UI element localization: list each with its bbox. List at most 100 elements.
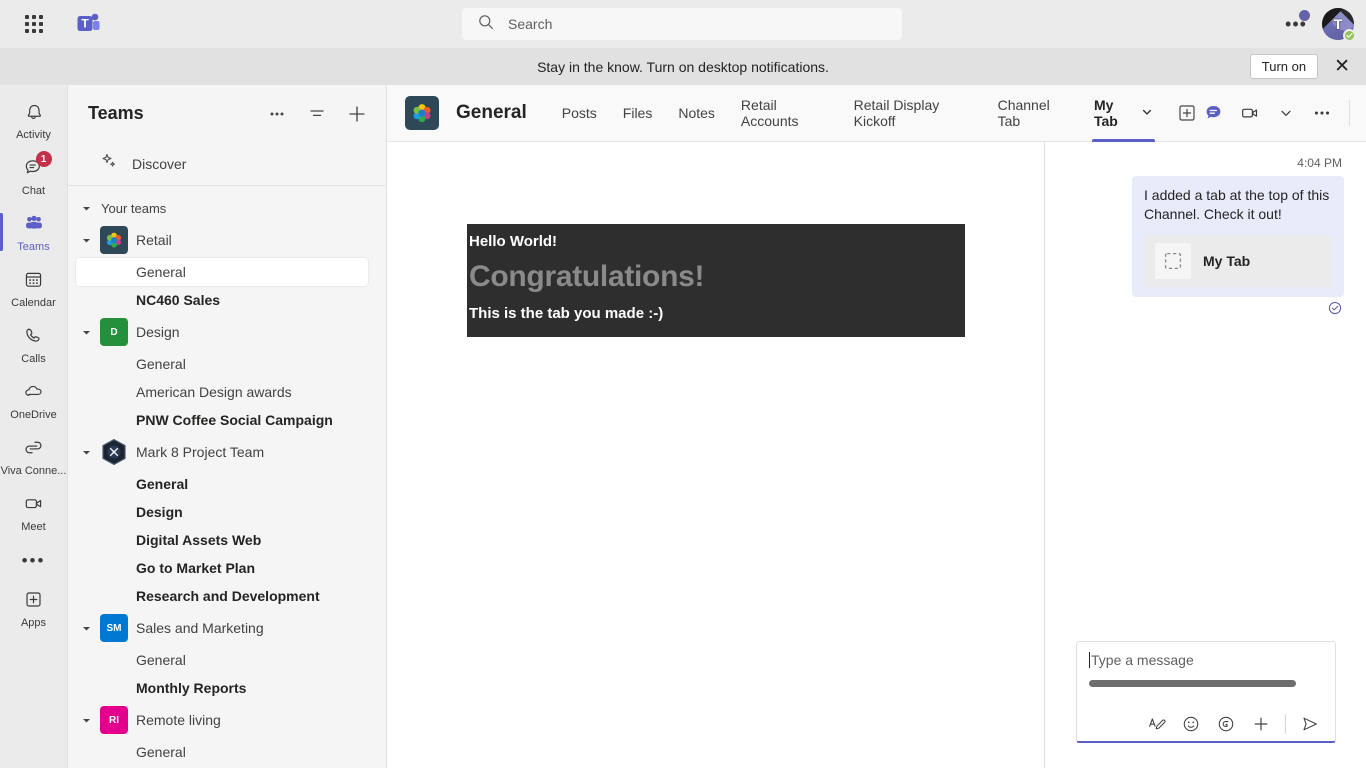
channel-header: General Posts Files Notes Retail Accounts Re… [387,85,1366,142]
close-icon[interactable]: ✕ [1328,57,1356,76]
message-compose-box[interactable]: Type a message [1076,641,1336,743]
channel-row[interactable]: General [76,646,368,674]
viva-connections-icon [23,437,44,463]
search-box[interactable] [462,8,902,40]
channel-row[interactable]: General [76,738,368,766]
rail-item-teams[interactable]: Teams [0,205,68,261]
conversation-icon[interactable] [1199,98,1229,128]
channel-row[interactable]: PNW Coffee Social Campaign [76,406,368,434]
banner-actions: Turn on ✕ [1249,54,1356,79]
send-icon[interactable] [1299,713,1321,735]
join-or-create-team-icon[interactable] [342,99,372,129]
your-teams-header[interactable]: Your teams [68,194,386,222]
rail-item-calls[interactable]: Calls [0,317,68,373]
rail-item-meet[interactable]: Meet [0,485,68,541]
team-row-remote-living[interactable]: RI Remote living [68,702,386,738]
tab-label: My Tab [1094,97,1118,129]
tab-my-tab[interactable]: My Tab [1081,85,1166,142]
tab-retail-display-kickoff[interactable]: Retail Display Kickoff [841,85,985,142]
channel-row[interactable]: General [76,470,368,498]
tab-posts[interactable]: Posts [549,85,610,142]
teams-people-icon [23,213,45,239]
rail-item-onedrive[interactable]: OneDrive [0,373,68,429]
channel-row[interactable]: NC460 Sales [76,286,368,314]
channel-row[interactable]: American Design awards [76,378,368,406]
rail-item-apps[interactable]: Apps [0,581,68,637]
svg-text:T: T [81,16,89,30]
avatar[interactable]: T [1322,8,1356,42]
format-icon[interactable] [1145,713,1167,735]
chevron-down-icon[interactable] [80,624,92,633]
message-bubble[interactable]: I added a tab at the top of this Channel… [1132,176,1344,297]
tab-files[interactable]: Files [610,85,666,142]
discover-sparkle-icon [100,152,118,175]
channel-row[interactable]: Digital Assets Web [76,526,368,554]
chevron-down-icon[interactable] [80,448,92,457]
text-caret [1089,652,1090,668]
more-options-icon[interactable] [1307,98,1337,128]
chevron-down-icon[interactable] [1141,105,1153,121]
sidebar-header-actions [262,99,372,129]
settings-and-more-button[interactable]: ••• [1280,8,1312,40]
message-list: 4:04 PM I added a tab at the top of this… [1046,142,1366,315]
filter-icon[interactable] [302,99,332,129]
add-attachment-icon[interactable] [1250,713,1272,735]
channel-row[interactable]: Go to Market Plan [76,554,368,582]
team-avatar: SM [100,614,128,642]
chevron-down-icon[interactable] [80,328,92,337]
team-row-design[interactable]: D Design [68,314,386,350]
channel-row[interactable]: General [76,350,368,378]
team-name: Design [136,324,180,340]
add-tab-icon[interactable] [1175,100,1200,126]
your-teams-label: Your teams [101,200,167,216]
compose-divider [1285,714,1286,734]
chevron-down-icon[interactable] [80,236,92,245]
rail-label: Calendar [11,297,56,309]
tab-channel-tab[interactable]: Channel Tab [985,85,1081,142]
rail-item-chat[interactable]: 1 Chat [0,149,68,205]
team-row-mark-8-project-team[interactable]: Mark 8 Project Team [68,434,386,470]
chevron-down-icon[interactable] [1271,98,1301,128]
rail-item-calendar[interactable]: Calendar [0,261,68,317]
tab-label: Channel Tab [997,97,1050,129]
avatar-initial: T [1333,16,1343,32]
rail-more-apps-button[interactable]: ••• [0,541,68,581]
team-name: Mark 8 Project Team [136,444,265,460]
turn-on-notifications-button[interactable]: Turn on [1249,54,1319,79]
more-options-icon[interactable] [262,99,292,129]
congratulations-text: Congratulations! [469,260,705,293]
tab-link-card[interactable]: My Tab [1144,235,1332,287]
tab-retail-accounts[interactable]: Retail Accounts [728,85,841,142]
sidebar-item-discover[interactable]: Discover [68,142,386,186]
tab-label: Retail Display Kickoff [853,97,940,129]
search-input[interactable] [508,16,868,32]
channel-row[interactable]: General [76,258,368,286]
dashed-square-icon [1155,243,1191,279]
channel-title: General [456,102,527,123]
tab-subtext: This is the tab you made :-) [469,305,664,322]
channel-row[interactable]: Monthly Reports [76,674,368,702]
compose-input[interactable]: Type a message [1077,642,1335,670]
hello-world-heading: Hello World! [469,233,558,250]
channel-row[interactable]: Research and Development [76,582,368,610]
tab-notes[interactable]: Notes [665,85,728,142]
notification-banner: Stay in the know. Turn on desktop notifi… [0,48,1366,85]
rail-item-activity[interactable]: Activity [0,93,68,149]
phone-icon [23,325,44,351]
rail-label: OneDrive [10,409,57,421]
emoji-icon[interactable] [1180,713,1202,735]
video-camera-icon[interactable] [1235,98,1265,128]
tab-card-title: My Tab [1203,253,1251,269]
channel-row[interactable]: Design [76,498,368,526]
chevron-down-icon[interactable] [80,716,92,725]
team-row-retail[interactable]: Retail [68,222,386,258]
video-camera-icon [23,493,45,519]
app-launcher-icon[interactable] [20,10,48,38]
seen-check-icon [1328,301,1342,315]
compose-scrollbar[interactable] [1089,680,1296,687]
team-avatar: RI [100,706,128,734]
rail-item-viva-connections[interactable]: Viva Conne... [0,429,68,485]
team-row-sales-and-marketing[interactable]: SM Sales and Marketing [68,610,386,646]
giphy-icon[interactable] [1215,713,1237,735]
cloud-icon [23,381,45,407]
